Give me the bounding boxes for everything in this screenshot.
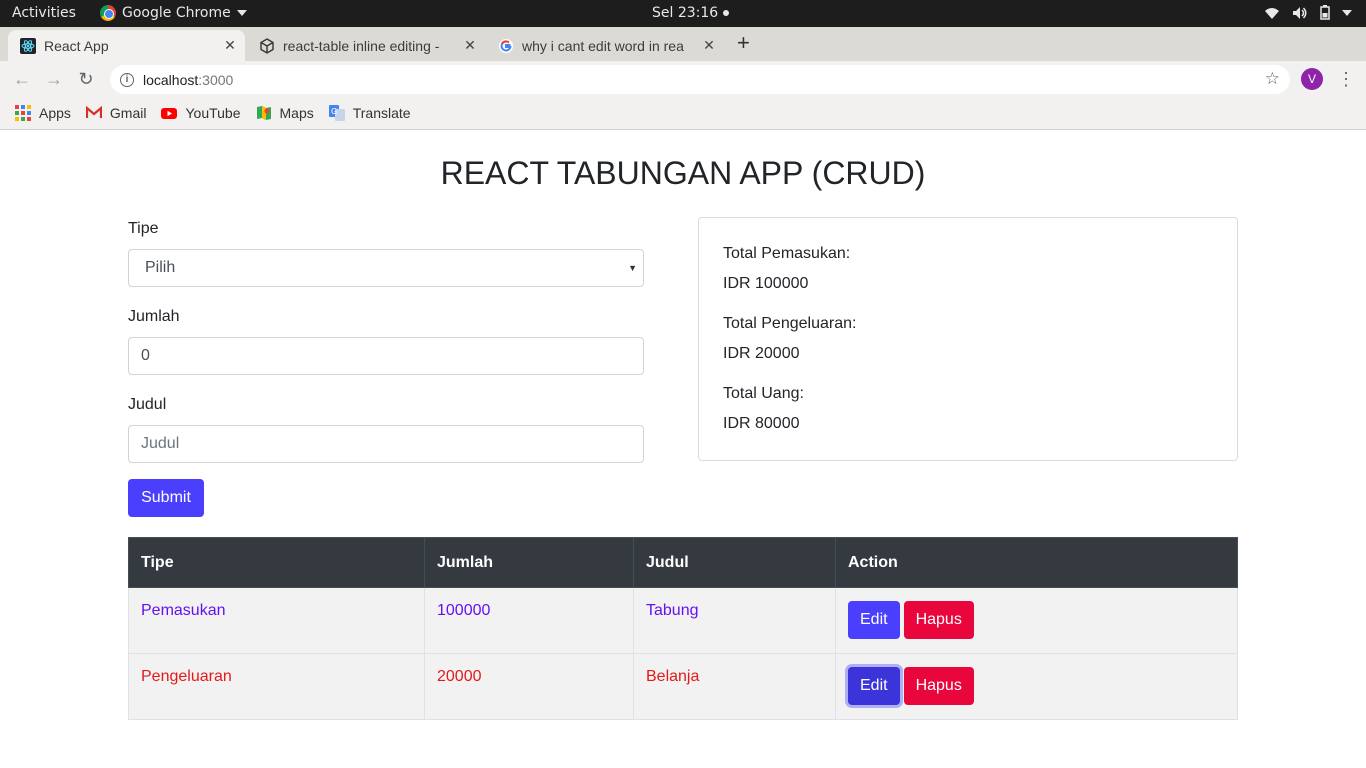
tipe-select[interactable]: Pilih ▼: [128, 249, 644, 287]
caret-down-icon: ▼: [628, 263, 637, 273]
new-tab-button[interactable]: +: [737, 31, 750, 55]
summary-card: Total Pemasukan: IDR 100000 Total Pengel…: [698, 217, 1238, 461]
address-bar[interactable]: i localhost:3000 ☆: [110, 65, 1290, 94]
page-content: REACT TABUNGAN APP (CRUD) Tipe Pilih ▼ J…: [0, 131, 1366, 768]
table-row: Pengeluaran 20000 Belanja Edit Hapus: [128, 653, 1238, 720]
system-top-bar: Activities Google Chrome Sel 23:16: [0, 0, 1366, 27]
url-host: localhost: [143, 71, 199, 88]
tipe-selected-value: Pilih: [145, 259, 176, 276]
total-uang-value: IDR 80000: [723, 415, 800, 432]
profile-avatar[interactable]: V: [1301, 68, 1323, 90]
bookmark-label: Apps: [39, 105, 71, 121]
jumlah-input[interactable]: [128, 337, 644, 375]
codesandbox-icon: [260, 37, 274, 54]
cell-action: Edit Hapus: [835, 653, 1238, 720]
close-icon[interactable]: ✕: [700, 37, 718, 54]
browser-toolbar: ← → ↻ i localhost:3000 ☆: [0, 61, 1366, 97]
total-uang-label: Total Uang:: [723, 385, 804, 402]
cell-tipe: Pengeluaran: [128, 653, 425, 720]
volume-icon: [1293, 6, 1307, 19]
column-header-action: Action: [835, 537, 1238, 588]
activities-button[interactable]: Activities: [12, 5, 76, 21]
maps-icon: [256, 106, 271, 120]
bookmark-gmail[interactable]: Gmail: [85, 105, 147, 121]
total-pemasukan-value: IDR 100000: [723, 275, 809, 292]
gmail-icon: [85, 105, 102, 118]
site-info-icon[interactable]: i: [120, 72, 134, 87]
bookmark-label: Gmail: [109, 105, 147, 121]
tab-react-app[interactable]: React App ✕: [8, 30, 245, 61]
tab-title: why i cant edit word in rea: [522, 37, 684, 54]
close-icon[interactable]: ✕: [461, 37, 479, 54]
app-menu[interactable]: Google Chrome: [100, 5, 247, 21]
cell-jumlah: 100000: [424, 587, 634, 654]
tab-title: react-table inline editing -: [283, 37, 440, 54]
bookmark-apps[interactable]: Apps: [15, 105, 71, 121]
battery-icon: [1320, 5, 1330, 20]
youtube-icon: [161, 108, 178, 119]
jumlah-label: Jumlah: [128, 308, 180, 325]
close-icon[interactable]: ✕: [221, 37, 239, 54]
judul-label: Judul: [128, 396, 167, 413]
total-pemasukan-label: Total Pemasukan:: [723, 245, 851, 262]
url-port: :3000: [198, 71, 234, 88]
transaction-form: Tipe Pilih ▼ Jumlah Judul Submit: [128, 218, 644, 517]
bookmarks-bar: Apps Gmail YouTube Maps G Translate: [0, 97, 1366, 130]
hapus-button[interactable]: Hapus: [903, 601, 974, 639]
table-header-row: Tipe Jumlah Judul Action: [128, 537, 1238, 588]
column-header-tipe: Tipe: [128, 537, 425, 588]
reload-icon[interactable]: ↻: [75, 68, 97, 90]
total-pengeluaran-label: Total Pengeluaran:: [723, 315, 857, 332]
table-row: Pemasukan 100000 Tabung Edit Hapus: [128, 587, 1238, 654]
chrome-icon: [100, 5, 116, 21]
system-menu-chevron-icon: [1342, 9, 1352, 16]
tab-react-table[interactable]: react-table inline editing - ✕: [247, 30, 485, 61]
cell-action: Edit Hapus: [835, 587, 1238, 654]
edit-button[interactable]: Edit: [848, 667, 900, 705]
judul-input[interactable]: [128, 425, 644, 463]
bookmark-youtube[interactable]: YouTube: [161, 105, 241, 121]
page-title: REACT TABUNGAN APP (CRUD): [440, 155, 926, 191]
forward-arrow-icon[interactable]: →: [43, 68, 65, 90]
kebab-menu-icon[interactable]: ⋮: [1337, 68, 1355, 90]
bookmark-translate[interactable]: G Translate: [328, 105, 411, 121]
svg-text:G: G: [331, 107, 337, 116]
clock[interactable]: Sel 23:16: [652, 5, 730, 21]
clock-label: Sel 23:16: [652, 5, 719, 21]
hapus-button[interactable]: Hapus: [903, 667, 974, 705]
column-header-judul: Judul: [633, 537, 836, 588]
bookmark-label: YouTube: [185, 105, 241, 121]
tab-strip: React App ✕ react-table inline editing -…: [0, 27, 1366, 81]
edit-button[interactable]: Edit: [848, 601, 900, 639]
cell-judul: Tabung: [633, 587, 836, 654]
column-header-jumlah: Jumlah: [424, 537, 634, 588]
cell-judul: Belanja: [633, 653, 836, 720]
react-logo-icon: [20, 37, 36, 54]
cell-tipe: Pemasukan: [128, 587, 425, 654]
bookmark-label: Maps: [279, 105, 314, 121]
chevron-down-icon: [236, 10, 247, 16]
submit-button[interactable]: Submit: [128, 479, 204, 517]
tab-google-search[interactable]: why i cant edit word in rea ✕: [486, 30, 724, 61]
total-pengeluaran-value: IDR 20000: [723, 345, 800, 362]
system-tray[interactable]: [1264, 5, 1352, 20]
bookmark-maps[interactable]: Maps: [256, 105, 314, 121]
bookmark-label: Translate: [352, 105, 411, 121]
notification-dot-icon: [723, 10, 730, 16]
transactions-table: Tipe Jumlah Judul Action Pemasukan 10000…: [128, 537, 1238, 720]
app-menu-label: Google Chrome: [122, 5, 231, 21]
translate-icon: G: [328, 105, 345, 121]
wifi-icon: [1265, 7, 1279, 19]
google-icon: [499, 38, 513, 53]
tipe-label: Tipe: [128, 220, 159, 237]
bookmark-star-icon[interactable]: ☆: [1265, 69, 1280, 89]
apps-grid-icon: [15, 105, 31, 121]
tab-title: React App: [44, 37, 109, 54]
cell-jumlah: 20000: [424, 653, 634, 720]
back-arrow-icon[interactable]: ←: [11, 68, 33, 90]
